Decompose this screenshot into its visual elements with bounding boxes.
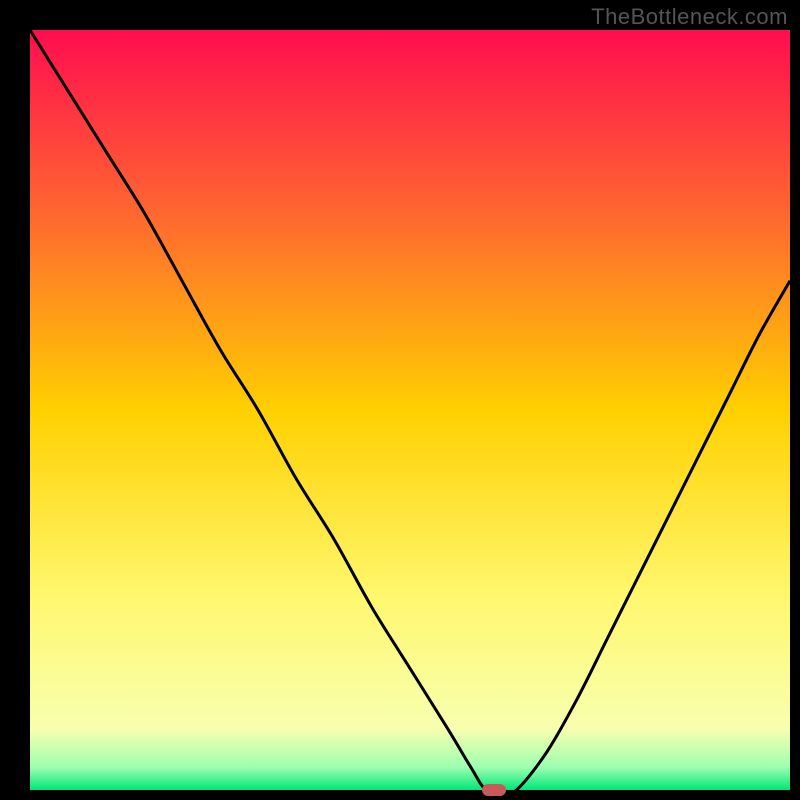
bottleneck-chart: TheBottleneck.com [0, 0, 800, 800]
chart-svg [0, 0, 800, 800]
optimal-marker [482, 784, 506, 796]
plot-background [30, 30, 790, 790]
watermark-text: TheBottleneck.com [591, 4, 788, 30]
